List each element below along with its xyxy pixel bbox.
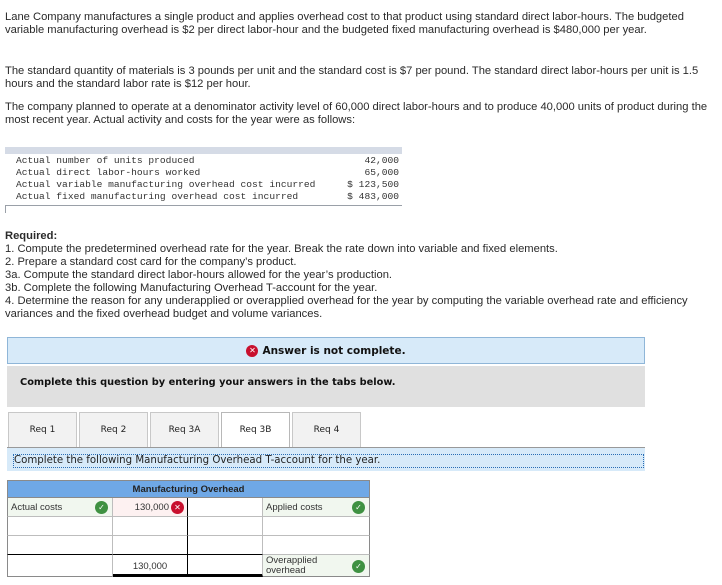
actuals-row: Actual fixed manufacturing overhead cost… [5, 191, 402, 203]
credit-balance-label-cell[interactable]: Overapplied overhead ✓ [263, 555, 370, 577]
debit-amount-input[interactable]: 130,000 ✕ [113, 498, 188, 517]
debit-amount-input[interactable] [113, 517, 188, 536]
problem-paragraph-1: Lane Company manufactures a single produ… [5, 11, 684, 36]
required-item: 1. Compute the predetermined overhead ra… [5, 243, 558, 255]
required-item: 3a. Compute the standard direct labor-ho… [5, 269, 393, 281]
tab-panel-header: Complete the following Manufacturing Ove… [7, 448, 645, 471]
actuals-value: 42,000 [364, 155, 399, 166]
instruction-text: Complete this question by entering your … [20, 377, 396, 388]
actuals-table-footer [5, 205, 402, 213]
actuals-row: Actual variable manufacturing overhead c… [5, 179, 402, 191]
tab-req-2[interactable]: Req 2 [79, 412, 148, 447]
actuals-label: Actual variable manufacturing overhead c… [16, 179, 316, 190]
debit-balance-value: 130,000 [132, 561, 168, 572]
credit-label-cell[interactable] [263, 536, 370, 555]
debit-label: Actual costs [11, 502, 63, 513]
credit-label-cell[interactable] [263, 517, 370, 536]
actuals-table-header-bar [5, 147, 402, 154]
tab-req-1[interactable]: Req 1 [8, 412, 77, 447]
actuals-value: $ 483,000 [347, 191, 399, 202]
t-account-row: Actual costs ✓ 130,000 ✕ Applied costs ✓ [7, 498, 370, 517]
actuals-label: Actual direct labor-hours worked [16, 167, 201, 178]
credit-label-cell[interactable]: Applied costs ✓ [263, 498, 370, 517]
tab-panel-instruction: Complete the following Manufacturing Ove… [13, 454, 644, 468]
answer-status-text: Answer is not complete. [262, 344, 406, 357]
actuals-table: Actual number of units produced 42,000 A… [5, 147, 402, 213]
answer-status-banner: ✕ Answer is not complete. [7, 337, 645, 364]
debit-amount: 130,000 [134, 502, 169, 513]
credit-amount-input[interactable] [188, 498, 263, 517]
manufacturing-overhead-t-account: Manufacturing Overhead Actual costs ✓ 13… [7, 480, 370, 577]
requirement-tabs: Req 1 Req 2 Req 3A Req 3B Req 4 [8, 412, 363, 447]
debit-label-cell[interactable] [7, 517, 113, 536]
credit-label: Applied costs [266, 502, 323, 513]
debit-label-cell[interactable] [7, 555, 113, 577]
actuals-row: Actual number of units produced 42,000 [5, 155, 402, 167]
actuals-row: Actual direct labor-hours worked 65,000 [5, 167, 402, 179]
credit-amount-input[interactable] [188, 536, 263, 555]
debit-label-cell[interactable] [7, 536, 113, 555]
credit-balance-label: Overapplied overhead [266, 555, 318, 576]
tab-req-3a[interactable]: Req 3A [150, 412, 219, 447]
x-circle-icon: ✕ [171, 501, 184, 514]
t-account-balance-row: 130,000 Overapplied overhead ✓ [7, 555, 370, 577]
credit-amount-input[interactable] [188, 517, 263, 536]
problem-paragraph-2: The standard quantity of materials is 3 … [5, 65, 699, 90]
t-account-title: Manufacturing Overhead [7, 480, 370, 498]
credit-balance-amount[interactable] [188, 555, 263, 577]
actuals-value: 65,000 [364, 167, 399, 178]
debit-amount-input[interactable] [113, 536, 188, 555]
tab-req-4[interactable]: Req 4 [292, 412, 361, 447]
actuals-value: $ 123,500 [347, 179, 399, 190]
problem-paragraph-3: The company planned to operate at a deno… [5, 101, 708, 126]
tab-req-3b[interactable]: Req 3B [221, 412, 290, 447]
required-item: 3b. Complete the following Manufacturing… [5, 282, 378, 294]
debit-label-cell[interactable]: Actual costs ✓ [7, 498, 113, 517]
required-item: 4. Determine the reason for any underapp… [5, 295, 688, 320]
debit-balance-amount[interactable]: 130,000 [113, 555, 188, 577]
t-account-row [7, 517, 370, 536]
required-heading: Required: [5, 230, 58, 242]
instruction-bar: Complete this question by entering your … [7, 366, 645, 407]
x-circle-icon: ✕ [246, 344, 259, 357]
actuals-label: Actual fixed manufacturing overhead cost… [16, 191, 299, 202]
required-section: Required: 1. Compute the predetermined o… [5, 230, 717, 321]
check-circle-icon: ✓ [95, 501, 108, 514]
check-circle-icon: ✓ [352, 560, 365, 573]
t-account-row [7, 536, 370, 555]
required-item: 2. Prepare a standard cost card for the … [5, 256, 297, 268]
check-circle-icon: ✓ [352, 501, 365, 514]
actuals-label: Actual number of units produced [16, 155, 195, 166]
